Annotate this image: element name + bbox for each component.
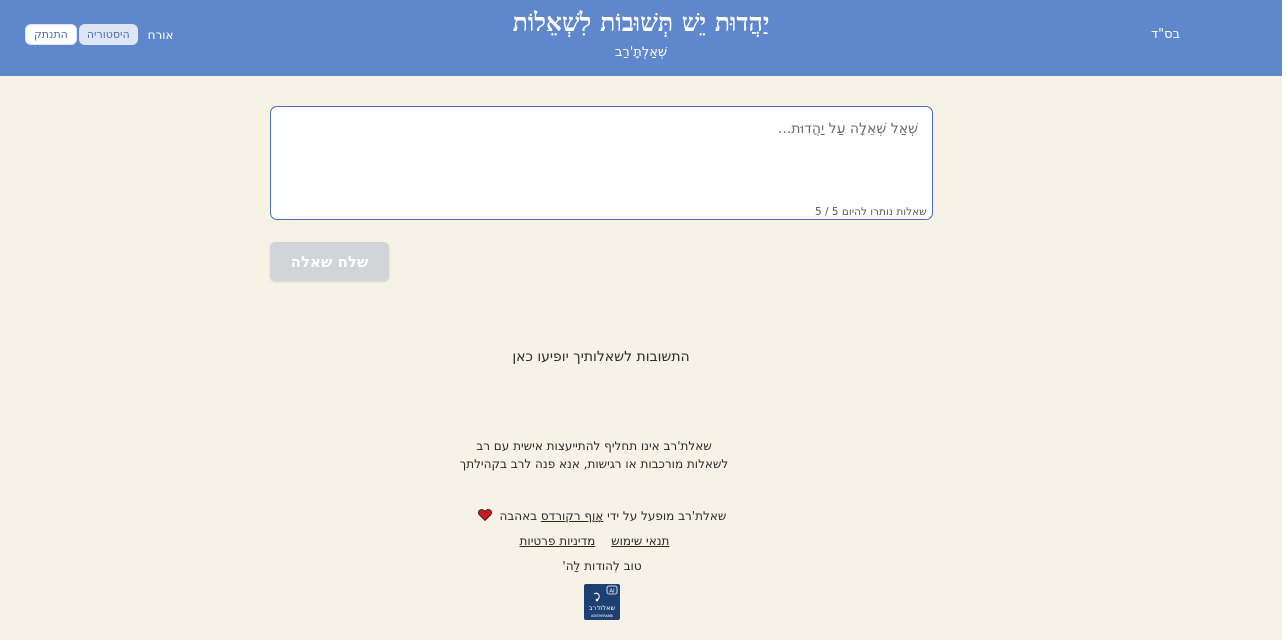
disclaimer-line-2: לשאלות מורכבות או רגישות, אנא פנה לרב בק… <box>459 457 729 471</box>
page-title: יַהֲדוּת יֵשׁ תְּשׁוּבוֹת לִשְׁאֵלוֹת <box>512 8 770 37</box>
scrollbar[interactable] <box>1282 0 1287 640</box>
powered-by-link[interactable]: אָוָף רקורדס <box>541 509 603 523</box>
disclaimer: שאלת'רב אינו תחליף להתייעצות אישית עם רב… <box>0 437 1188 473</box>
powered-prefix: שאלת'רב מופעל על ידי <box>607 509 727 523</box>
thanks-text: טוב לְהודות לַה' <box>562 559 642 573</box>
terms-link[interactable]: תנאי שימוש <box>611 534 669 548</box>
page-subtitle: שְׁאַלְתָּ'רַב <box>614 45 668 60</box>
powered-suffix: באהבה <box>499 509 538 523</box>
footer-links: תנאי שימוש מדיניות פרטיות <box>0 534 1189 548</box>
asktherabbi-logo-icon: AI שאלת'רב ASKTHERABBI <box>584 584 620 620</box>
logo-subtext: ASKTHERABBI <box>591 614 613 618</box>
top-header: יַהֲדוּת יֵשׁ תְּשׁוּבוֹת לִשְׁאֵלוֹת שְ… <box>0 0 1282 76</box>
guest-label: אורח <box>147 27 174 42</box>
logo-graphic: AI שאלת'רב ASKTHERABBI <box>589 585 618 618</box>
logo-badge: AI <box>609 589 615 595</box>
question-box: שאלות נותרו להיום 5 / 5 <box>270 106 933 220</box>
bsd-label: בס"ד <box>1151 27 1181 42</box>
powered-by: שאלת'רב מופעל על ידי אָוָף רקורדס באהבה <box>0 509 1204 523</box>
heart-icon <box>477 509 492 521</box>
logout-button[interactable]: התנתק <box>25 24 77 45</box>
privacy-link[interactable]: מדיניות פרטיות <box>520 534 596 548</box>
auth-controls: התנתק היסטוריה אורח <box>25 24 174 45</box>
question-input[interactable] <box>271 107 932 202</box>
history-button[interactable]: היסטוריה <box>78 24 138 45</box>
remaining-questions-counter: שאלות נותרו להיום 5 / 5 <box>815 206 927 218</box>
disclaimer-line-1: שאלת'רב אינו תחליף להתייעצות אישית עם רב <box>476 439 712 453</box>
answers-placeholder: התשובות לשאלותיך יופיעו כאן <box>512 349 690 365</box>
send-question-button[interactable]: שלח שאלה <box>270 242 389 281</box>
logo-text: שאלת'רב <box>589 604 616 612</box>
